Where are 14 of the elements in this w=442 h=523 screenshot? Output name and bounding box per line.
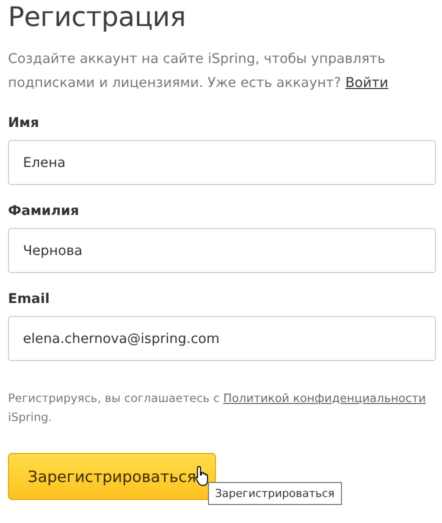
page-title: Регистрация — [8, 2, 186, 33]
login-link[interactable]: Войти — [345, 75, 388, 91]
register-button[interactable]: Зарегистрироваться — [8, 453, 216, 500]
input-field[interactable]: elena.chernova@ispring.com — [8, 316, 436, 361]
privacy-link[interactable]: Политикой конфиденциальности — [223, 391, 426, 405]
hand-cursor-icon — [195, 465, 211, 487]
field-label: Фамилия — [8, 203, 80, 219]
input-field[interactable]: Чернова — [8, 228, 436, 273]
field-label: Email — [8, 291, 50, 307]
terms-text: Регистрируясь, вы соглашаетесь с Политикой конфиденциальности iSpring. — [8, 390, 426, 426]
input-field[interactable]: Елена — [8, 140, 436, 185]
field-label: Имя — [8, 115, 40, 131]
intro-text: Создайте аккаунт на сайте iSpring, чтобы управлять подписками и лицензиями. Уже есть аккаунт? Войти — [8, 50, 390, 93]
tooltip: Зарегистрироваться — [208, 482, 342, 505]
